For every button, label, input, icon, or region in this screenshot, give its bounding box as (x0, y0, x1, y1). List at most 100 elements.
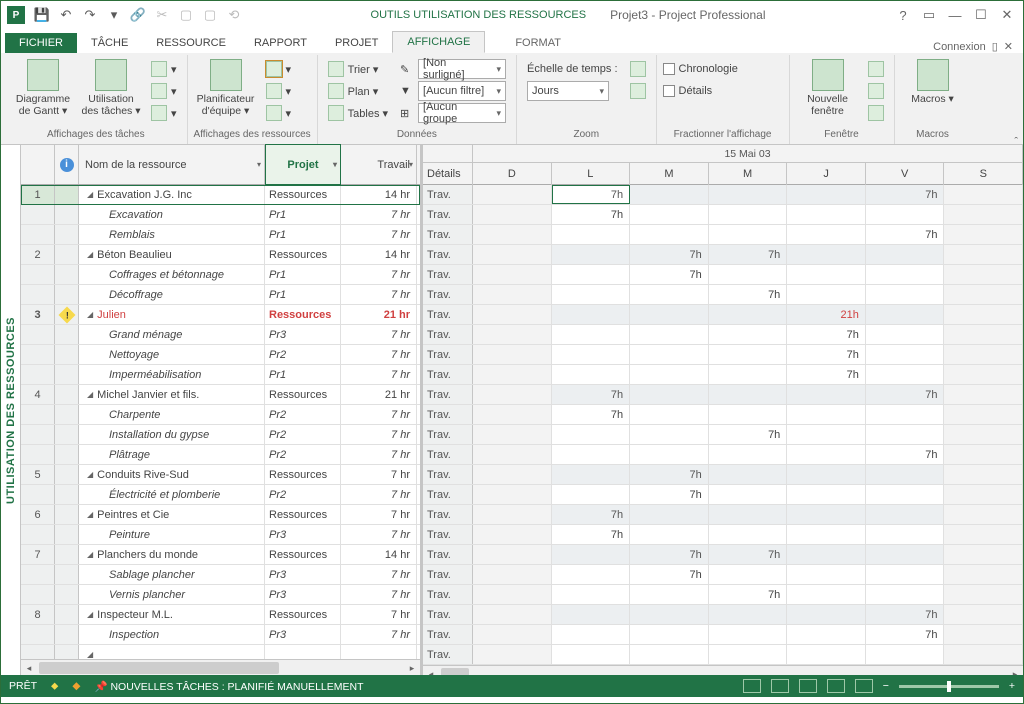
row-number[interactable]: 8 (21, 605, 55, 624)
macros-button[interactable]: Macros ▾ (901, 57, 965, 105)
tp-cell[interactable] (473, 205, 552, 224)
tp-cell[interactable] (866, 585, 945, 604)
tp-cell[interactable] (866, 205, 945, 224)
new-window-button[interactable]: Nouvelle fenêtre (796, 57, 860, 117)
project-cell[interactable]: Pr3 (265, 585, 341, 604)
tp-cell[interactable] (473, 385, 552, 404)
tp-cell[interactable] (944, 245, 1023, 264)
row-number[interactable] (21, 205, 55, 224)
view-shortcut[interactable] (771, 679, 789, 693)
close-icon[interactable]: ✕ (995, 7, 1019, 23)
redo-icon[interactable]: ↷ (79, 4, 101, 26)
timephased-row[interactable]: Trav.7h (423, 485, 1023, 505)
timephased-row[interactable]: Trav.7h (423, 325, 1023, 345)
work-cell[interactable]: 21 hr (341, 305, 417, 324)
timephased-row[interactable]: Trav.7h (423, 285, 1023, 305)
timephased-row[interactable]: Trav.7h (423, 345, 1023, 365)
project-cell[interactable]: Ressources (265, 505, 341, 524)
tp-cell[interactable] (552, 465, 631, 484)
row-number[interactable] (21, 565, 55, 584)
tp-cell[interactable] (630, 205, 709, 224)
row-number[interactable]: 2 (21, 245, 55, 264)
tp-cell[interactable]: 7h (866, 445, 945, 464)
tp-cell[interactable] (944, 385, 1023, 404)
minimize-icon[interactable]: — (943, 8, 967, 23)
tp-cell[interactable] (552, 545, 631, 564)
tp-cell[interactable] (552, 585, 631, 604)
tp-cell[interactable]: 7h (552, 205, 631, 224)
tab-rapport[interactable]: RAPPORT (240, 33, 321, 53)
task-row[interactable]: PlâtragePr27 hr (21, 445, 420, 465)
tp-cell[interactable]: 7h (709, 545, 788, 564)
work-cell[interactable]: 14 hr (341, 185, 417, 204)
task-row[interactable]: RemblaisPr17 hr (21, 225, 420, 245)
timephased-row[interactable]: Trav.7h (423, 405, 1023, 425)
tp-cell[interactable] (552, 645, 631, 664)
work-cell[interactable]: 7 hr (341, 605, 417, 624)
help-icon[interactable]: ? (891, 8, 915, 23)
tp-cell[interactable]: 7h (630, 465, 709, 484)
tp-cell[interactable] (473, 405, 552, 424)
tp-cell[interactable]: 7h (552, 505, 631, 524)
project-cell[interactable]: Pr2 (265, 345, 341, 364)
hscroll-right[interactable]: ◂ ▸ (423, 665, 1023, 675)
win-btn[interactable] (864, 81, 888, 101)
tp-cell[interactable] (944, 285, 1023, 304)
highlight-combo[interactable]: ✎[Non surligné] (396, 59, 510, 79)
tp-cell[interactable] (473, 505, 552, 524)
row-number[interactable]: 3 (21, 305, 55, 324)
row-number[interactable]: 6 (21, 505, 55, 524)
project-cell[interactable]: Pr1 (265, 205, 341, 224)
work-cell[interactable]: 7 hr (341, 585, 417, 604)
tp-cell[interactable] (630, 365, 709, 384)
tp-cell[interactable] (473, 325, 552, 344)
work-cell[interactable]: 7 hr (341, 265, 417, 284)
row-number[interactable] (21, 325, 55, 344)
tp-cell[interactable] (787, 185, 866, 204)
tp-cell[interactable] (709, 305, 788, 324)
tp-cell[interactable]: 7h (709, 585, 788, 604)
name-cell[interactable]: Michel Janvier et fils. (79, 385, 265, 404)
project-cell[interactable]: Pr1 (265, 285, 341, 304)
timephased-body[interactable]: Trav.7h7hTrav.7hTrav.7hTrav.7h7hTrav.7hT… (423, 185, 1023, 665)
tp-cell[interactable]: 7h (552, 405, 631, 424)
timeline-check[interactable]: Chronologie (663, 59, 783, 79)
grid-body[interactable]: 1Excavation J.G. IncRessources14 hrExcav… (21, 185, 420, 659)
timephased-row[interactable]: Trav. (423, 645, 1023, 665)
name-cell[interactable]: Décoffrage (79, 285, 265, 304)
tp-cell[interactable] (787, 465, 866, 484)
day-header[interactable]: S (944, 163, 1023, 185)
tp-cell[interactable] (709, 445, 788, 464)
row-number[interactable] (21, 645, 55, 659)
tp-cell[interactable] (709, 325, 788, 344)
tp-cell[interactable] (473, 185, 552, 204)
task-row[interactable]: PeinturePr37 hr (21, 525, 420, 545)
tp-cell[interactable] (552, 325, 631, 344)
timephased-row[interactable]: Trav.7h (423, 445, 1023, 465)
name-cell[interactable]: Inspecteur M.L. (79, 605, 265, 624)
row-number[interactable] (21, 525, 55, 544)
tp-cell[interactable] (473, 545, 552, 564)
tp-cell[interactable] (630, 385, 709, 404)
tp-cell[interactable] (473, 265, 552, 284)
name-cell[interactable]: Excavation (79, 205, 265, 224)
save-icon[interactable]: 💾 (31, 4, 53, 26)
zoom-icon[interactable] (626, 59, 650, 79)
tp-cell[interactable]: 7h (709, 425, 788, 444)
day-header[interactable]: J (787, 163, 866, 185)
sort-button[interactable]: Trier ▾ (324, 59, 392, 79)
tp-cell[interactable] (709, 225, 788, 244)
name-cell[interactable]: Électricité et plomberie (79, 485, 265, 504)
tp-cell[interactable] (787, 285, 866, 304)
tp-cell[interactable] (787, 265, 866, 284)
team-planner-button[interactable]: Planificateur d'équipe ▾ (194, 57, 258, 117)
timephased-row[interactable]: Trav.7h (423, 205, 1023, 225)
work-cell[interactable]: 7 hr (341, 325, 417, 344)
tp-cell[interactable] (630, 525, 709, 544)
tp-cell[interactable]: 7h (630, 565, 709, 584)
project-cell[interactable]: Pr3 (265, 325, 341, 344)
indicator-col[interactable]: i (55, 145, 79, 184)
tp-cell[interactable] (630, 645, 709, 664)
tp-cell[interactable]: 7h (866, 225, 945, 244)
tp-cell[interactable] (944, 365, 1023, 384)
